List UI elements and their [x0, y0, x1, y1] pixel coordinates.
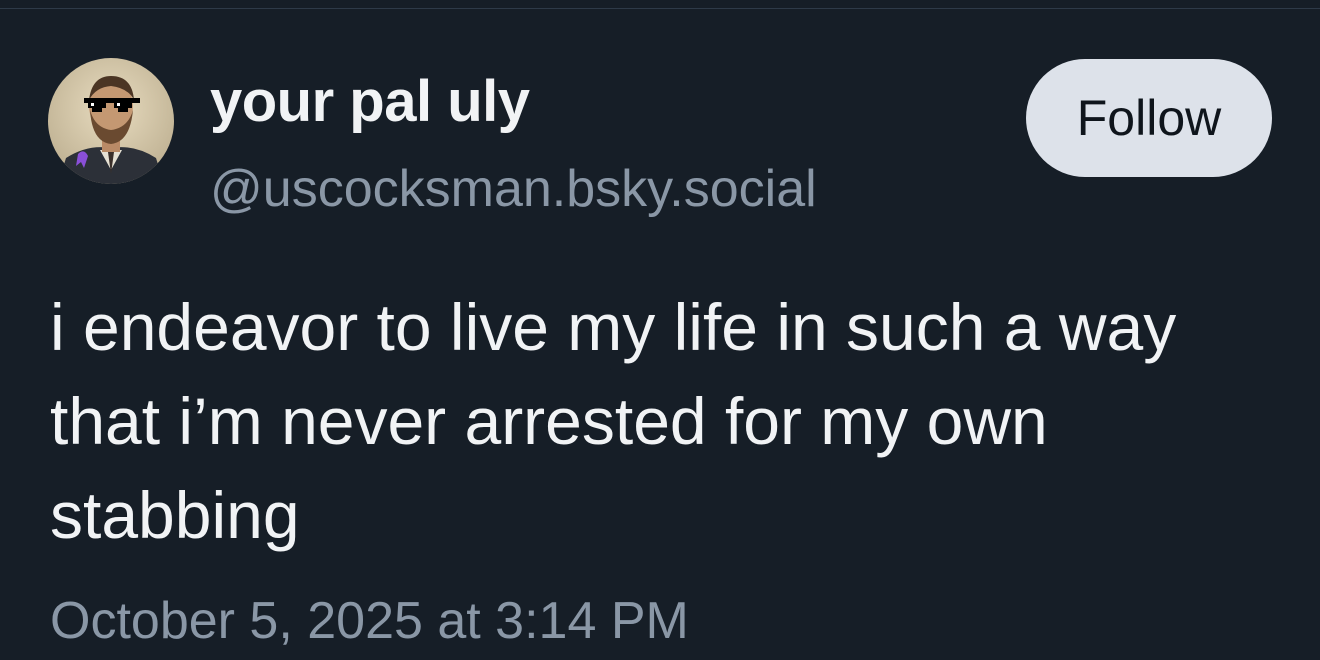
post-text: i endeavor to live my life in such a way…	[50, 290, 1177, 552]
post-timestamp[interactable]: October 5, 2025 at 3:14 PM	[50, 595, 689, 647]
follow-button[interactable]: Follow	[1026, 59, 1272, 177]
avatar[interactable]	[48, 58, 174, 184]
post-card: your pal uly @uscocksman.bsky.social Fol…	[0, 9, 1320, 660]
avatar-portrait-icon	[48, 58, 174, 184]
user-handle[interactable]: @uscocksman.bsky.social	[210, 163, 817, 215]
display-name[interactable]: your pal uly	[210, 73, 530, 131]
